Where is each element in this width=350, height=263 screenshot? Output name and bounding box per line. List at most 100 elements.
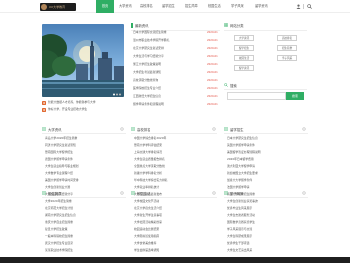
nav-item-admissions[interactable]: 招生简章 (185, 0, 198, 13)
more-circle-icon[interactable] (302, 191, 306, 195)
list-item[interactable]: 大学生志愿者服务活动 (227, 213, 305, 218)
list-item[interactable]: 优秀毕业生风采展示 (227, 206, 305, 211)
nav-item-campus-life[interactable]: 校园生活 (208, 0, 221, 13)
grid-icon (224, 23, 228, 27)
category-tag[interactable]: 留学招生 (234, 45, 254, 51)
list-item[interactable]: 重庆大学自主招生简章 (45, 220, 123, 225)
list-item[interactable]: 大学生创新创业获奖事迹 (227, 199, 305, 204)
list-item[interactable]: 大学校园文化节活动 (134, 199, 214, 204)
list-item[interactable]: 美国留学签证办理流程说明 (227, 150, 305, 155)
news-item[interactable]: 温州市职业技术学院开学典礼 (133, 38, 203, 43)
list-item[interactable]: 一般本科院校招生简章 (45, 234, 123, 239)
news-date: 2020-01 (207, 55, 218, 58)
list-item[interactable]: 大学2020年招生简章 (45, 199, 123, 204)
list-item[interactable]: 新疆大学学科排名分析 (134, 171, 214, 176)
news-item[interactable]: 江西财经大学招生信息 (133, 94, 203, 99)
list-item[interactable]: 暨南大学学科评估结果 (134, 143, 214, 148)
notice-item[interactable]: 智能大数据人才培养，你能够参与大学 (48, 100, 128, 105)
list-item[interactable]: 上海交通大学排名情况 (134, 150, 214, 155)
nav-item-study-abroad[interactable]: 留学招生 (162, 0, 175, 13)
search-input[interactable] (227, 92, 286, 100)
category-tag[interactable]: 校园生活 (234, 55, 254, 61)
list-item[interactable]: 澳大利亚大学留学申请 (227, 164, 305, 169)
notice-item[interactable]: 你好大学，开设专业招收大学生 (48, 107, 128, 112)
search-panel-icon (224, 83, 228, 87)
list-icon (42, 127, 46, 131)
user-icon[interactable] (296, 4, 301, 9)
section-title: 网站分类 (230, 24, 244, 28)
list-item[interactable]: 新加坡国立大学招生要求 (227, 171, 305, 176)
list-item[interactable]: 英国大学留学申请条件 (227, 143, 305, 148)
category-tag[interactable]: 招生简章 (277, 45, 297, 51)
nav-item-rankings[interactable]: 高校排名 (140, 0, 153, 13)
list-item[interactable]: 某某职业技术学院招生 (45, 248, 123, 253)
list-item[interactable]: 大学生科研成果展示 (227, 234, 305, 239)
nav-item-student-style[interactable]: 学子风采 (231, 0, 244, 13)
nav-item-overseas-news[interactable]: 留学资讯 (255, 0, 268, 13)
news-item[interactable]: 大学招生考试最新通知 (133, 70, 203, 75)
list-item[interactable]: 同济大学研究生复试须知 (45, 143, 123, 148)
list-item[interactable]: 大学生就业指导与职业规划 (45, 164, 123, 169)
list-icon (224, 191, 228, 195)
list-item[interactable]: 2020年日本留学费用 (227, 157, 305, 162)
list-item[interactable]: 学子风采展示与交流 (227, 227, 305, 232)
category-tag[interactable]: 高校排名 (277, 35, 297, 41)
list-item[interactable]: 大学数学专业课程介绍 (45, 171, 123, 176)
list-item[interactable]: 中国大学综合排名2020年 (134, 136, 214, 141)
list-item[interactable]: 大学新生开学注意事项 (134, 213, 214, 218)
nav-item-home[interactable]: 首页 (96, 0, 114, 13)
nav-item-university-news[interactable]: 大学资讯 (119, 0, 132, 13)
list-item[interactable]: 北京师范大学招生计划 (45, 206, 123, 211)
news-item[interactable]: 日本大学国际交流招生简章 (133, 30, 203, 35)
list-item[interactable]: 美国大学留学申请时间安排 (45, 178, 123, 183)
news-item[interactable]: 留学申请条件和流程说明 (133, 102, 203, 107)
more-circle-icon[interactable] (212, 191, 216, 195)
list-item[interactable]: 武汉大学招生专业目录 (45, 241, 123, 246)
list-item[interactable]: 大学生文艺演出风采 (227, 248, 305, 253)
list-item[interactable]: 校园运动会比赛结果 (134, 227, 214, 232)
more-circle-icon[interactable] (212, 127, 216, 131)
list-item[interactable]: 日本大学研究生招生信息 (227, 136, 305, 141)
list-item[interactable]: 全国重点大学录取分数线 (134, 164, 214, 169)
list-item[interactable]: 优秀学生干部评选 (227, 241, 305, 246)
carousel-dot[interactable] (116, 93, 118, 96)
section-title: 学子风采 (230, 192, 244, 196)
category-tag[interactable]: 大学资讯 (234, 35, 254, 41)
divider (42, 197, 126, 198)
list-item[interactable]: 大学生就业质量报告排名 (134, 157, 214, 162)
news-date: 2020-01 (207, 47, 218, 50)
carousel-dot[interactable] (119, 93, 121, 96)
news-item[interactable]: 医学院校招生专业介绍 (133, 86, 203, 91)
category-tag[interactable]: 留学资讯 (234, 65, 254, 71)
list-item[interactable]: 大学社团活动精彩纷呈 (134, 220, 214, 225)
list-item[interactable]: 国际数学竞赛获奖学生 (227, 220, 305, 225)
carousel-dot[interactable] (113, 93, 115, 96)
list-item[interactable]: 法国大学留学申请 (227, 185, 305, 190)
list-item[interactable]: 学生会换届选举通知 (134, 248, 214, 253)
news-item[interactable]: 高校录取分数线查询 (133, 78, 203, 83)
more-circle-icon[interactable] (120, 127, 124, 131)
category-tag[interactable]: 学子风采 (277, 55, 297, 61)
list-item[interactable]: 暨南国际大学留学招生 (45, 150, 123, 155)
news-item[interactable]: 北京大学研究生复试安排 (133, 46, 203, 51)
news-item[interactable]: 浙江大学招生政策说明 (133, 62, 203, 67)
search-button[interactable]: 搜索 (286, 92, 304, 100)
site-logo[interactable]: XX大学教育 (40, 3, 76, 11)
more-circle-icon[interactable] (120, 191, 124, 195)
list-item[interactable]: 德国大学留学申请条件 (45, 157, 123, 162)
list-item[interactable]: 北京大学宿舍生活介绍 (134, 206, 214, 211)
news-item[interactable]: 大学生活与学习经验分享 (133, 54, 203, 59)
list-item[interactable]: 青岛大学2020年招生简章 (45, 136, 123, 141)
search-icon[interactable] (307, 4, 312, 9)
list-item[interactable]: 复旦大学招生政策 (45, 227, 123, 232)
hero-banner-image[interactable] (42, 24, 124, 97)
list-item[interactable]: 加拿大大学留学条件 (227, 178, 305, 183)
list-item[interactable]: 华中科技大学综合实力排名 (134, 178, 214, 183)
list-item[interactable]: 湖南大学研究生招生信息 (45, 213, 123, 218)
list-item[interactable]: 大学食堂美食推荐 (134, 241, 214, 246)
list-item[interactable]: 大学就业率排名统计 (134, 185, 214, 190)
list-item[interactable]: 大学图书馆使用指南 (134, 234, 214, 239)
list-item[interactable]: 大学生创新创业大赛 (45, 185, 123, 190)
speaker-icon (42, 101, 46, 105)
more-circle-icon[interactable] (302, 127, 306, 131)
